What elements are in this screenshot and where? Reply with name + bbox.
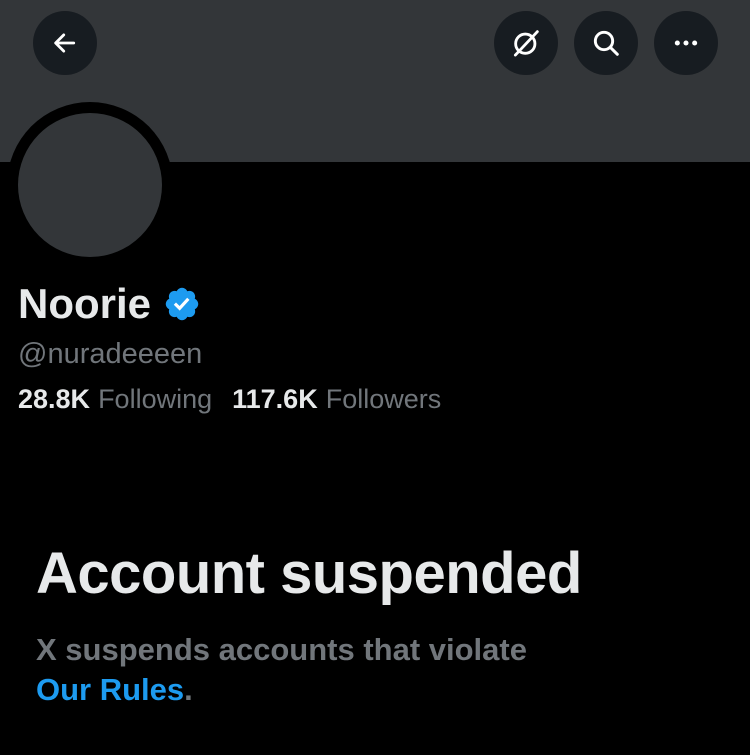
username-handle: @nuradeeeen: [18, 338, 203, 370]
followers-count: 117.6K: [232, 384, 318, 414]
grok-button[interactable]: [494, 11, 558, 75]
search-icon: [593, 30, 619, 56]
suspension-message-text: X suspends accounts that violate: [36, 632, 527, 667]
suspension-title: Account suspended: [36, 541, 582, 606]
suspension-period: .: [184, 672, 193, 707]
arrow-left-icon: [54, 33, 76, 53]
followers-stat[interactable]: 117.6K Followers: [232, 384, 441, 415]
suspension-message: X suspends accounts that violate Our Rul…: [36, 630, 676, 710]
more-horizontal-icon: [674, 40, 698, 46]
avatar[interactable]: [18, 113, 162, 257]
display-name-text: Noorie: [18, 280, 152, 327]
display-name: Noorie: [18, 276, 201, 332]
back-button[interactable]: [33, 11, 97, 75]
follow-stats: 28.8K Following 117.6K Followers: [18, 384, 441, 415]
search-button[interactable]: [574, 11, 638, 75]
followers-label: Followers: [325, 384, 442, 414]
following-stat[interactable]: 28.8K Following: [18, 384, 212, 415]
grok-icon: [513, 30, 539, 57]
our-rules-link[interactable]: Our Rules: [36, 672, 184, 707]
following-label: Following: [98, 384, 213, 414]
more-options-button[interactable]: [654, 11, 718, 75]
following-count: 28.8K: [18, 384, 91, 414]
verified-badge-icon[interactable]: [163, 285, 201, 323]
